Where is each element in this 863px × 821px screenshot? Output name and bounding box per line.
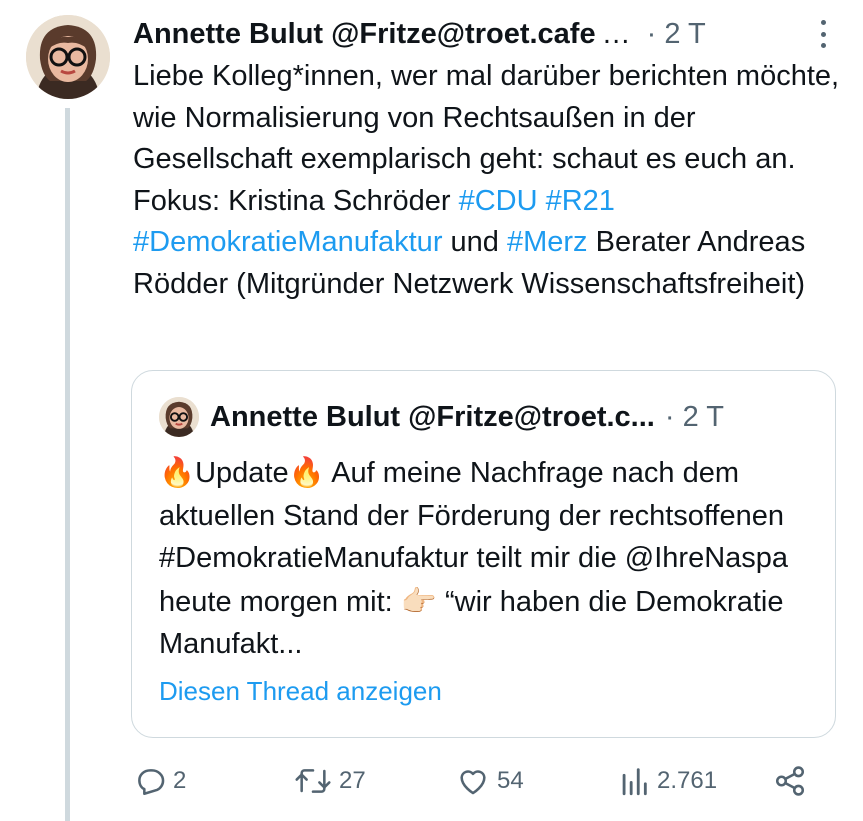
header-ellipsis: …: [601, 17, 631, 50]
reply-icon: [138, 769, 165, 796]
hashtag-demokratiemanufaktur[interactable]: #DemokratieManufaktur: [133, 226, 442, 258]
more-options-icon[interactable]: [819, 20, 827, 48]
show-thread-link[interactable]: Diesen Thread anzeigen: [159, 676, 442, 707]
fire-icon: 🔥: [288, 455, 325, 489]
post-time[interactable]: · 2 T: [647, 18, 706, 51]
thread-line: [65, 108, 70, 821]
like-button[interactable]: 54: [455, 760, 524, 802]
quoted-avatar: [159, 397, 199, 437]
views-button[interactable]: 2.761: [617, 760, 717, 802]
quoted-author-name: Annette Bulut: [210, 400, 401, 433]
author-handle: @Fritze@troet.cafe: [331, 17, 596, 50]
share-button[interactable]: [773, 760, 807, 802]
hashtag-merz[interactable]: #Merz: [507, 226, 588, 258]
quoted-text-part: Update: [195, 457, 289, 489]
quoted-post-header: Annette Bulut @Fritze@troet.c... · 2 T: [210, 397, 724, 437]
quoted-author-name-handle: Annette Bulut @Fritze@troet.c...: [210, 401, 655, 434]
post-text-part: und: [442, 226, 507, 258]
action-bar: 2 27 54 2.761: [133, 760, 823, 802]
quoted-post-text: 🔥Update🔥 Auf meine Nachfrage nach dem ak…: [159, 451, 819, 666]
hashtag-cdu[interactable]: #CDU: [459, 185, 538, 217]
share-icon: [775, 766, 805, 796]
repost-button[interactable]: 27: [293, 760, 366, 802]
quoted-post-card[interactable]: Annette Bulut @Fritze@troet.c... · 2 T 🔥…: [131, 370, 836, 738]
avatar[interactable]: [26, 15, 110, 99]
avatar-image: [26, 15, 110, 99]
fire-icon: 🔥: [159, 455, 196, 489]
heart-icon: [460, 770, 486, 795]
like-count: 54: [497, 767, 524, 794]
quoted-post-time: · 2 T: [664, 400, 724, 433]
post-header: Annette Bulut @Fritze@troet.cafe … · 2 T: [133, 14, 843, 54]
repost-icon: [295, 769, 331, 793]
author-name-handle[interactable]: Annette Bulut @Fritze@troet.cafe: [133, 18, 596, 51]
repost-count: 27: [339, 767, 366, 794]
post-text: Liebe Kolleg*innen, wer mal darüber beri…: [133, 56, 845, 305]
pointing-finger-icon: 👉🏻: [400, 583, 437, 618]
hashtag-r21[interactable]: #R21: [546, 185, 615, 217]
author-name: Annette Bulut: [133, 17, 324, 50]
reply-count: 2: [173, 767, 187, 794]
reply-button[interactable]: 2: [133, 760, 186, 802]
views-icon: [622, 768, 647, 796]
quoted-avatar-image: [159, 397, 199, 437]
quoted-author-handle: @Fritze@troet.c...: [408, 400, 655, 433]
views-count: 2.761: [657, 767, 718, 794]
